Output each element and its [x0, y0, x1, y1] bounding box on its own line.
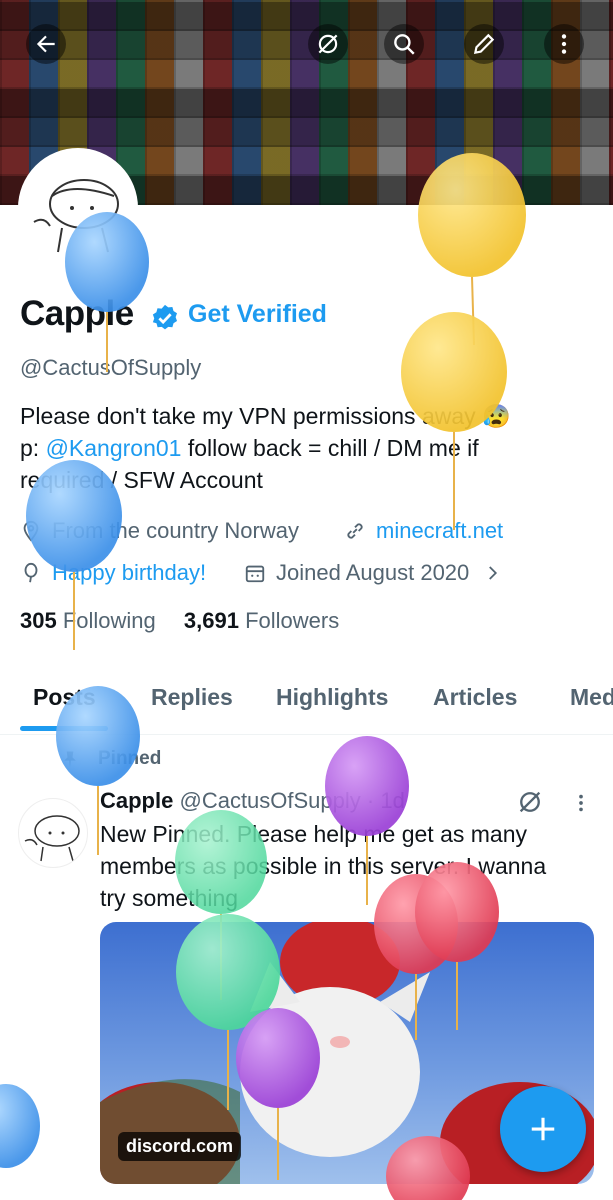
media-source-label: discord.com — [118, 1132, 242, 1161]
tab-media[interactable]: Media — [570, 684, 613, 711]
active-tab-indicator — [20, 726, 108, 731]
link-icon — [347, 523, 363, 539]
bio-line: Please don't take my VPN permissions awa… — [20, 403, 511, 429]
tab-posts[interactable]: Posts — [33, 684, 96, 711]
bio-line: p: @Kangron01 follow back = chill / DM m… — [20, 432, 580, 464]
edit-icon — [473, 33, 495, 55]
edit-button[interactable] — [464, 24, 504, 64]
bio-mention-link[interactable]: @Kangron01 — [46, 435, 182, 461]
follow-stats: 305 Following 3,691 Followers — [20, 608, 339, 634]
calendar-icon — [245, 565, 265, 583]
post-text-line: try something — [100, 885, 239, 911]
post-time: · 1d — [366, 788, 405, 813]
bio-text: follow back = chill / DM me if — [181, 435, 479, 461]
tab-articles[interactable]: Articles — [433, 684, 517, 711]
profile-handle: @CactusOfSupply — [20, 355, 202, 380]
location-pin-icon — [23, 520, 39, 542]
tab-replies[interactable]: Replies — [151, 684, 233, 711]
verified-badge-icon — [152, 304, 177, 330]
compose-post-button[interactable] — [500, 1086, 586, 1172]
arrow-left-icon — [36, 35, 55, 53]
balloon-blue — [0, 1084, 40, 1168]
grok-button[interactable] — [308, 24, 348, 64]
joined-row[interactable]: Joined August 2020 — [244, 560, 501, 586]
followers-count: 3,691 — [183, 608, 239, 633]
followers-link[interactable]: 3,691 Followers — [184, 608, 339, 633]
pinned-indicator: Pinned — [60, 748, 161, 770]
post-text: New Pinned. Please help me get as many m… — [100, 818, 580, 914]
bio-text: p: — [20, 435, 46, 461]
bio-line: required / SFW Account — [20, 467, 263, 493]
website-link[interactable]: minecraft.net — [376, 518, 503, 544]
post-header: Capple @CactusOfSupply · 1d — [100, 788, 405, 814]
plus-icon — [531, 1117, 555, 1141]
get-verified-link[interactable]: Get Verified — [188, 300, 327, 329]
avatar-drawing — [24, 815, 80, 862]
balloon-icon — [24, 562, 38, 583]
joined-text: Joined August 2020 — [276, 560, 470, 585]
search-button[interactable] — [384, 24, 424, 64]
pin-icon — [64, 751, 76, 768]
avatar-drawing — [22, 152, 134, 264]
post-author-name[interactable]: Capple — [100, 788, 173, 813]
more-button[interactable] — [544, 24, 584, 64]
profile-name: Capple — [20, 294, 134, 333]
pinned-label: Pinned — [98, 748, 162, 769]
tab-highlights[interactable]: Highlights — [276, 684, 388, 711]
following-count: 305 — [20, 608, 57, 633]
website-row[interactable]: minecraft.net — [344, 518, 503, 544]
post-more-icon[interactable] — [570, 790, 592, 816]
post-author-avatar[interactable] — [18, 798, 88, 868]
post-text-line: members as possible in this server. I wa… — [100, 853, 547, 879]
birthday-row: Happy birthday! — [20, 560, 206, 586]
followers-label: Followers — [245, 608, 340, 633]
profile-bio: Please don't take my VPN permissions awa… — [20, 400, 580, 496]
chevron-right-icon — [489, 566, 498, 580]
search-icon — [394, 34, 415, 55]
grok-icon — [318, 34, 338, 54]
following-label: Following — [62, 608, 156, 633]
location-row: From the country Norway — [20, 518, 299, 544]
location-text: From the country Norway — [52, 518, 299, 543]
post-text-line: New Pinned. Please help me get as many — [100, 821, 528, 847]
post-author-handle[interactable]: @CactusOfSupply — [179, 788, 360, 813]
more-vertical-icon — [561, 34, 567, 54]
grok-icon[interactable] — [516, 788, 544, 816]
birthday-text: Happy birthday! — [52, 560, 207, 585]
back-button[interactable] — [26, 24, 66, 64]
profile-avatar[interactable] — [18, 148, 138, 268]
following-link[interactable]: 305 Following — [20, 608, 156, 633]
